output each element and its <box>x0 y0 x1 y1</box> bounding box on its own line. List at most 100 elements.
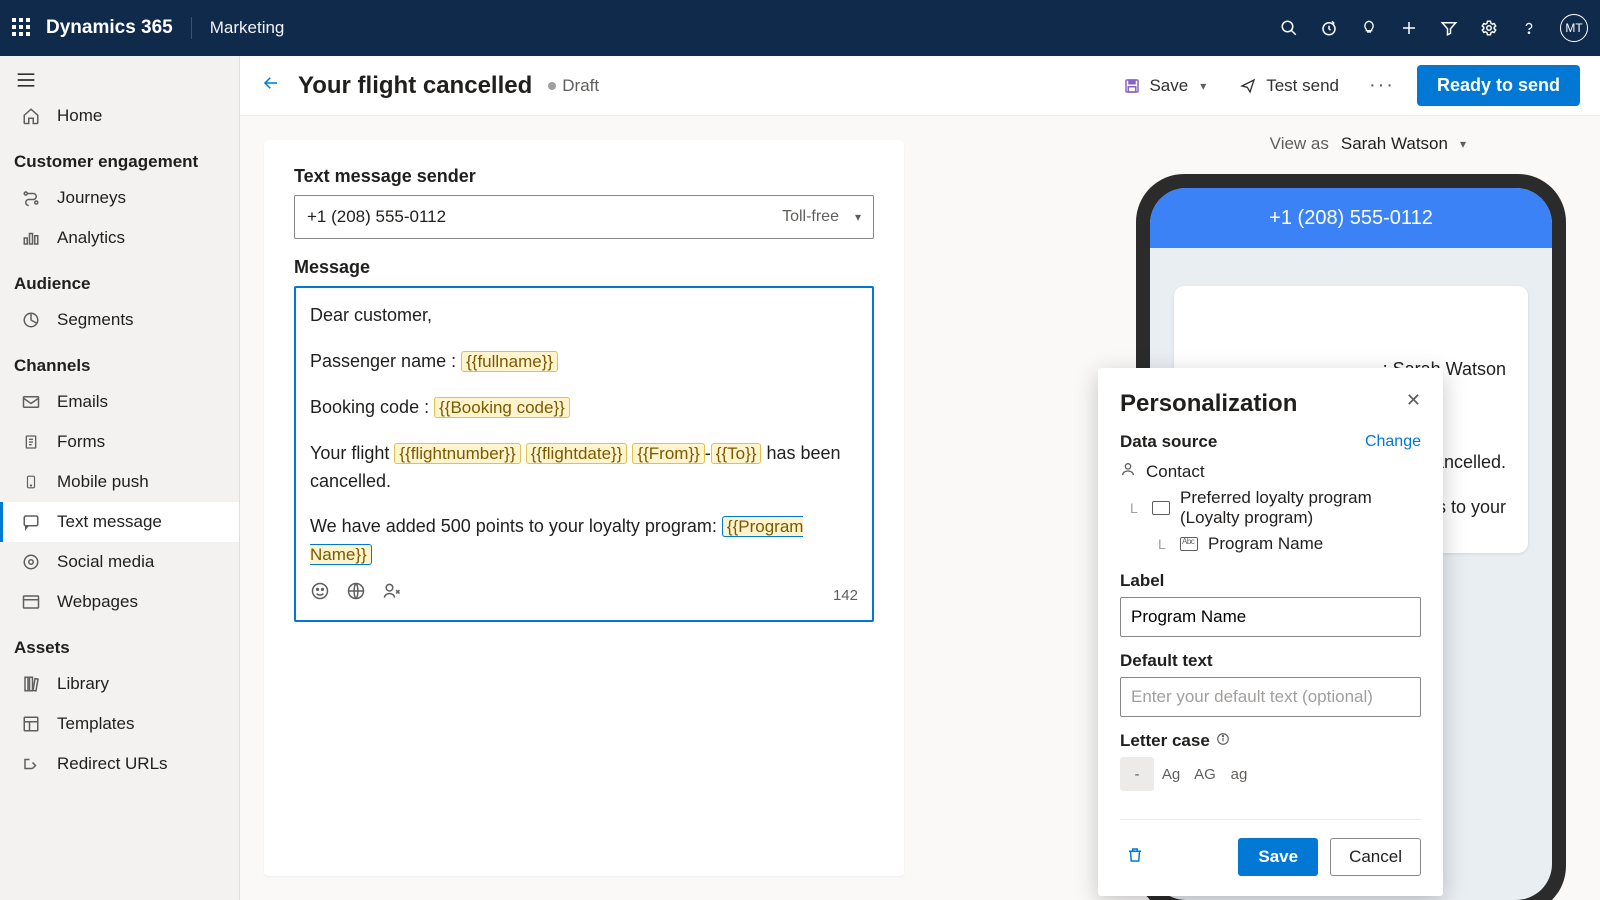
social-icon <box>21 552 41 572</box>
gear-icon[interactable] <box>1480 19 1498 37</box>
message-textarea[interactable]: Dear customer, Passenger name : {{fullna… <box>294 286 874 622</box>
home-icon <box>21 106 41 126</box>
nav-redirect-urls[interactable]: Redirect URLs <box>0 744 239 784</box>
character-count: 142 <box>833 584 858 607</box>
filter-icon[interactable] <box>1440 19 1458 37</box>
nav-home[interactable]: Home <box>0 96 239 136</box>
case-lower[interactable]: ag <box>1222 757 1256 791</box>
nav-mobile-push-label: Mobile push <box>57 472 149 492</box>
chevron-down-icon: ▾ <box>1200 79 1206 93</box>
nav-webpages[interactable]: Webpages <box>0 582 239 622</box>
close-icon[interactable]: ✕ <box>1406 390 1421 411</box>
nav-segments-label: Segments <box>57 310 134 330</box>
redirect-icon <box>21 754 41 774</box>
save-button[interactable]: Save ▾ <box>1115 70 1214 102</box>
nav-forms[interactable]: Forms <box>0 422 239 462</box>
panel-save-button[interactable]: Save <box>1238 838 1318 876</box>
timer-icon[interactable] <box>1320 19 1338 37</box>
nav-templates-label: Templates <box>57 714 134 734</box>
lightbulb-icon[interactable] <box>1360 19 1378 37</box>
label-input[interactable] <box>1120 597 1421 637</box>
letter-case-label: Letter case <box>1120 731 1421 751</box>
nav-library-label: Library <box>57 674 109 694</box>
token-to[interactable]: {{To}} <box>711 443 762 464</box>
nav-segments[interactable]: Segments <box>0 300 239 340</box>
tree-mid[interactable]: L Preferred loyalty program (Loyalty pro… <box>1120 485 1421 531</box>
tree-root[interactable]: Contact <box>1120 458 1421 485</box>
token-flightnumber[interactable]: {{flightnumber}} <box>394 443 520 464</box>
info-icon[interactable] <box>1216 731 1230 751</box>
token-booking-code[interactable]: {{Booking code}} <box>434 397 570 418</box>
status-badge: Draft <box>548 76 599 96</box>
data-source-tree: Contact L Preferred loyalty program (Loy… <box>1120 458 1421 557</box>
nav-emails-label: Emails <box>57 392 108 412</box>
person-icon <box>1120 461 1136 482</box>
default-text-label: Default text <box>1120 651 1421 671</box>
library-icon <box>21 674 41 694</box>
personalize-icon[interactable] <box>382 581 402 610</box>
msg-flight-prefix: Your flight <box>310 443 394 463</box>
label-field-label: Label <box>1120 571 1421 591</box>
message-body[interactable]: Dear customer, Passenger name : {{fullna… <box>310 302 858 575</box>
module-title: Marketing <box>210 18 285 38</box>
forms-icon <box>21 432 41 452</box>
nav-templates[interactable]: Templates <box>0 704 239 744</box>
test-send-button[interactable]: Test send <box>1230 70 1347 102</box>
msg-passenger-prefix: Passenger name : <box>310 351 461 371</box>
user-avatar[interactable]: MT <box>1560 14 1588 42</box>
default-text-input[interactable] <box>1120 677 1421 717</box>
token-from[interactable]: {{From}} <box>632 443 704 464</box>
status-dot-icon <box>548 82 556 90</box>
nav-social-label: Social media <box>57 552 154 572</box>
sender-label: Text message sender <box>294 166 874 187</box>
delete-token-button[interactable] <box>1120 841 1150 874</box>
nav-library[interactable]: Library <box>0 664 239 704</box>
search-icon[interactable] <box>1280 19 1298 37</box>
emoji-icon[interactable] <box>310 581 330 610</box>
case-title[interactable]: Ag <box>1154 757 1188 791</box>
message-editor-card: Text message sender +1 (208) 555-0112 To… <box>264 140 904 876</box>
back-arrow-icon[interactable] <box>260 74 282 98</box>
msg-booking-prefix: Booking code : <box>310 397 434 417</box>
globe-icon[interactable] <box>346 581 366 610</box>
plus-icon[interactable] <box>1400 19 1418 37</box>
nav-analytics[interactable]: Analytics <box>0 218 239 258</box>
section-engagement: Customer engagement <box>0 136 239 178</box>
ready-to-send-button[interactable]: Ready to send <box>1417 65 1580 106</box>
brand-title: Dynamics 365 <box>46 17 173 39</box>
analytics-icon <box>21 228 41 248</box>
tree-leaf[interactable]: L Program Name <box>1120 531 1421 557</box>
personalization-panel: Personalization ✕ Data source Change Con… <box>1098 368 1443 896</box>
nav-journeys[interactable]: Journeys <box>0 178 239 218</box>
token-flightdate[interactable]: {{flightdate}} <box>526 443 628 464</box>
panel-cancel-button[interactable]: Cancel <box>1330 838 1421 876</box>
sender-select[interactable]: +1 (208) 555-0112 Toll-free ▾ <box>294 195 874 239</box>
case-none[interactable]: - <box>1120 757 1154 791</box>
nav-text-message[interactable]: Text message <box>0 502 239 542</box>
view-as-selector[interactable]: View as Sarah Watson ▾ <box>1270 134 1466 154</box>
hamburger-icon[interactable] <box>0 64 239 96</box>
nav-emails[interactable]: Emails <box>0 382 239 422</box>
test-send-label: Test send <box>1266 76 1339 96</box>
nav-forms-label: Forms <box>57 432 105 452</box>
field-lookup-icon <box>1152 501 1170 515</box>
nav-journeys-label: Journeys <box>57 188 126 208</box>
templates-icon <box>21 714 41 734</box>
change-data-source-link[interactable]: Change <box>1365 433 1421 451</box>
nav-redirect-label: Redirect URLs <box>57 754 168 774</box>
nav-mobile-push[interactable]: Mobile push <box>0 462 239 502</box>
nav-social-media[interactable]: Social media <box>0 542 239 582</box>
section-audience: Audience <box>0 258 239 300</box>
divider <box>191 17 192 39</box>
mobile-icon <box>21 472 41 492</box>
field-text-icon <box>1180 537 1198 551</box>
help-icon[interactable] <box>1520 19 1538 37</box>
email-icon <box>21 392 41 412</box>
more-menu-icon[interactable]: ··· <box>1363 74 1401 97</box>
phone-header-number: +1 (208) 555-0112 <box>1150 188 1552 248</box>
case-upper[interactable]: AG <box>1188 757 1222 791</box>
chevron-down-icon: ▾ <box>1460 137 1466 151</box>
app-launcher-icon[interactable] <box>12 18 32 38</box>
token-fullname[interactable]: {{fullname}} <box>461 351 558 372</box>
tree-leaf-label: Program Name <box>1208 534 1323 554</box>
